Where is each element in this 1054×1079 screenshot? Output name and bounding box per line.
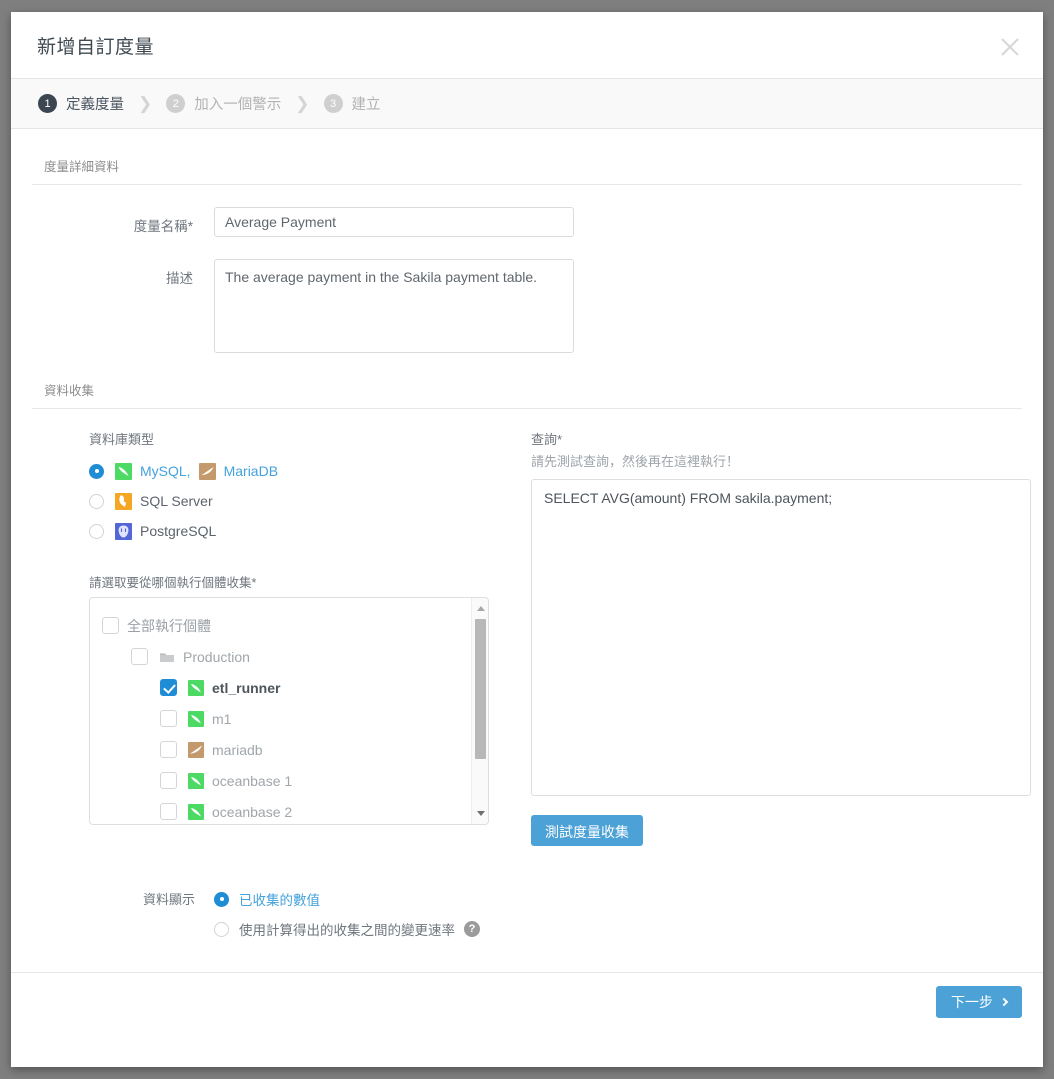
section-divider-collection xyxy=(32,408,1022,409)
tree-checkbox-oceanbase-2[interactable] xyxy=(160,803,177,820)
instance-picker-label: 請選取要從哪個執行個體收集* xyxy=(89,572,496,591)
tree-checkbox-etl-runner[interactable] xyxy=(160,679,177,696)
step-2-number: 2 xyxy=(166,94,185,113)
db-option-postgresql-radio[interactable] xyxy=(89,524,104,539)
metric-description-label: 描述 xyxy=(32,259,214,287)
scroll-down-arrow-icon[interactable] xyxy=(472,805,489,822)
metric-name-input[interactable] xyxy=(214,207,574,237)
step-1[interactable]: 1 定義度量 xyxy=(38,93,124,114)
tree-checkbox-production[interactable] xyxy=(131,648,148,665)
query-label: 查詢* xyxy=(531,429,1031,448)
step-1-label: 定義度量 xyxy=(66,93,124,114)
instance-picker-scrollbar[interactable] xyxy=(471,598,488,824)
data-display-label: 資料顯示 xyxy=(44,884,214,944)
tree-row-oceanbase-1[interactable]: oceanbase 1 xyxy=(90,765,471,796)
collection-left-column: 資料庫類型 MySQL, MariaDB xyxy=(44,429,496,846)
mysql-icon xyxy=(188,804,204,820)
add-custom-metric-dialog: 新增自訂度量 1 定義度量 ❯ 2 加入一個警示 ❯ 3 建立 度量詳細資料 度… xyxy=(11,12,1043,1067)
db-option-mysql-mariadb-radio[interactable] xyxy=(89,464,104,479)
db-option-sql-server-radio[interactable] xyxy=(89,494,104,509)
tree-row-m1[interactable]: m1 xyxy=(90,703,471,734)
dialog-footer: 下一步 xyxy=(11,972,1043,1067)
tree-row-mariadb[interactable]: mariadb xyxy=(90,734,471,765)
db-option-mariadb-label: MariaDB xyxy=(224,463,278,479)
sqlserver-icon xyxy=(115,493,132,510)
tree-label-production: Production xyxy=(183,649,250,665)
test-metric-collection-button[interactable]: 測試度量收集 xyxy=(531,815,643,846)
display-option-collected-value-radio[interactable] xyxy=(214,892,229,907)
db-option-postgresql-label: PostgreSQL xyxy=(140,523,216,539)
metric-description-textarea[interactable] xyxy=(214,259,574,353)
dialog-body: 度量詳細資料 度量名稱* 描述 資料收集 資料庫類型 xyxy=(11,129,1043,972)
step-1-number: 1 xyxy=(38,94,57,113)
mysql-icon xyxy=(188,680,204,696)
dialog-header: 新增自訂度量 xyxy=(11,12,1043,79)
step-3-label: 建立 xyxy=(352,93,381,114)
next-step-button[interactable]: 下一步 xyxy=(936,986,1022,1018)
tree-label-oceanbase-1: oceanbase 1 xyxy=(212,773,292,789)
scrollbar-thumb[interactable] xyxy=(475,619,486,759)
tree-label-m1: m1 xyxy=(212,711,231,727)
folder-icon xyxy=(159,649,175,665)
step-3-number: 3 xyxy=(324,94,343,113)
display-option-rate-of-change[interactable]: 使用計算得出的收集之間的變更速率 ? xyxy=(214,914,480,944)
display-option-rate-of-change-label: 使用計算得出的收集之間的變更速率 xyxy=(239,919,455,939)
tree-label-all-instances: 全部執行個體 xyxy=(127,616,211,636)
db-option-postgresql[interactable]: PostgreSQL xyxy=(89,516,496,546)
mariadb-icon xyxy=(199,463,216,480)
tree-row-etl-runner[interactable]: etl_runner xyxy=(90,672,471,703)
db-option-sql-server[interactable]: SQL Server xyxy=(89,486,496,516)
metric-name-row: 度量名稱* xyxy=(32,207,1022,237)
query-textarea[interactable] xyxy=(531,479,1031,796)
db-option-mysql-label: MySQL, xyxy=(140,463,191,479)
mysql-icon xyxy=(188,711,204,727)
db-option-mysql-mariadb[interactable]: MySQL, MariaDB xyxy=(89,456,496,486)
wizard-steps: 1 定義度量 ❯ 2 加入一個警示 ❯ 3 建立 xyxy=(11,79,1043,129)
tree-label-mariadb: mariadb xyxy=(212,742,263,758)
tree-checkbox-m1[interactable] xyxy=(160,710,177,727)
tree-row-oceanbase-2[interactable]: oceanbase 2 xyxy=(90,796,471,824)
tree-label-etl-runner: etl_runner xyxy=(212,680,280,696)
mariadb-icon xyxy=(188,742,204,758)
page-title: 新增自訂度量 xyxy=(37,32,154,59)
close-icon[interactable] xyxy=(997,34,1023,60)
display-option-rate-of-change-radio[interactable] xyxy=(214,922,229,937)
metric-details-section-title: 度量詳細資料 xyxy=(32,129,1022,184)
chevron-right-icon xyxy=(1000,998,1008,1006)
scroll-up-arrow-icon[interactable] xyxy=(472,600,489,617)
metric-name-label: 度量名稱* xyxy=(32,207,214,235)
metric-description-row: 描述 xyxy=(32,259,1022,353)
tree-row-production[interactable]: Production xyxy=(90,641,471,672)
instance-tree: 全部執行個體 Production xyxy=(90,598,471,824)
display-option-collected-value-label: 已收集的數值 xyxy=(239,889,320,909)
next-step-label: 下一步 xyxy=(951,992,993,1012)
data-display-options: 已收集的數值 使用計算得出的收集之間的變更速率 ? xyxy=(214,884,480,944)
collection-columns: 資料庫類型 MySQL, MariaDB xyxy=(32,429,1022,846)
mysql-icon xyxy=(188,773,204,789)
postgresql-icon xyxy=(115,523,132,540)
db-type-label: 資料庫類型 xyxy=(89,429,496,448)
query-hint: 請先測試查詢，然後再在這裡執行！ xyxy=(531,451,1031,470)
step-separator-1: ❯ xyxy=(138,95,152,112)
help-icon[interactable]: ? xyxy=(464,921,480,937)
tree-label-oceanbase-2: oceanbase 2 xyxy=(212,804,292,820)
db-option-sql-server-label: SQL Server xyxy=(140,493,213,509)
instance-picker[interactable]: 全部執行個體 Production xyxy=(89,597,489,825)
tree-checkbox-mariadb[interactable] xyxy=(160,741,177,758)
tree-row-all-instances[interactable]: 全部執行個體 xyxy=(90,610,471,641)
step-2[interactable]: 2 加入一個警示 xyxy=(166,93,281,114)
step-3[interactable]: 3 建立 xyxy=(324,93,381,114)
tree-checkbox-all-instances[interactable] xyxy=(102,617,119,634)
collection-right-column: 查詢* 請先測試查詢，然後再在這裡執行！ 測試度量收集 xyxy=(496,429,1031,846)
mysql-icon xyxy=(115,463,132,480)
display-option-collected-value[interactable]: 已收集的數值 xyxy=(214,884,480,914)
data-collection-section-title: 資料收集 xyxy=(32,353,1022,408)
step-2-label: 加入一個警示 xyxy=(194,93,281,114)
section-divider-details xyxy=(32,184,1022,185)
data-display-row: 資料顯示 已收集的數值 使用計算得出的收集之間的變更速率 ? xyxy=(32,884,1022,944)
step-separator-2: ❯ xyxy=(295,95,309,112)
tree-checkbox-oceanbase-1[interactable] xyxy=(160,772,177,789)
